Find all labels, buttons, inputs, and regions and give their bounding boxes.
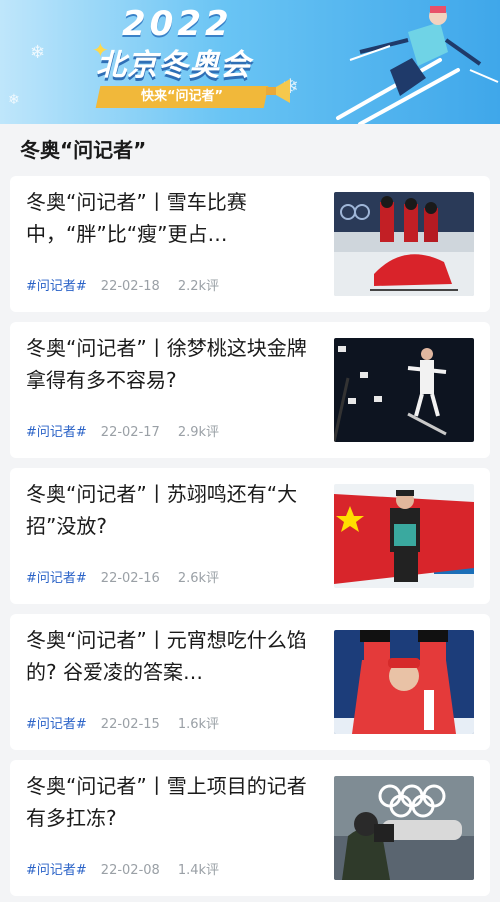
banner-year: 2022 <box>122 4 233 44</box>
article-card[interactable]: 冬奥“问记者”丨雪车比赛中，“胖”比“瘦”更占… #问记者# 22-02-18 2.… <box>10 176 490 312</box>
banner-title: 北京冬奥会 <box>96 48 251 83</box>
photographer-photo[interactable] <box>334 776 474 880</box>
article-title[interactable]: 冬奥“问记者”丨元宵想吃什么馅的? 谷爱凌的答案… <box>26 624 316 688</box>
snowflake-icon: ❄ <box>30 42 46 63</box>
comment-count: 2.9k评 <box>177 425 220 440</box>
topic-tag[interactable]: #问记者# <box>26 279 87 294</box>
comment-count: 2.2k评 <box>177 279 220 294</box>
article-list: 冬奥“问记者”丨雪车比赛中，“胖”比“瘦”更占… #问记者# 22-02-18 2.… <box>0 176 500 896</box>
article-meta: #问记者# 22-02-16 2.6k评 <box>26 567 219 586</box>
article-title[interactable]: 冬奥“问记者”丨雪车比赛中，“胖”比“瘦”更占… <box>26 186 316 250</box>
top-banner: ❄ ❄ ❄ ✦ 2022 北京冬奥会 快来“问记者” <box>0 0 500 124</box>
bobsled-photo[interactable] <box>334 192 474 296</box>
megaphone-icon <box>266 79 290 103</box>
article-meta: #问记者# 22-02-15 1.6k评 <box>26 713 219 732</box>
article-card[interactable]: 冬奥“问记者”丨雪上项目的记者有多扛冻? #问记者# 22-02-08 1.4k评 <box>10 760 490 896</box>
topic-tag[interactable]: #问记者# <box>26 717 87 732</box>
article-date: 22-02-16 <box>100 571 160 586</box>
banner-ribbon: 快来“问记者” <box>95 86 269 108</box>
snowboarder-flag-photo[interactable] <box>334 484 474 588</box>
article-date: 22-02-08 <box>100 863 160 878</box>
article-date: 22-02-18 <box>100 279 160 294</box>
article-card[interactable]: 冬奥“问记者”丨徐梦桃这块金牌拿得有多不容易? #问记者# 22-02-17 2.9… <box>10 322 490 458</box>
article-meta: #问记者# 22-02-18 2.2k评 <box>26 275 219 294</box>
freeski-athlete-photo[interactable] <box>334 630 474 734</box>
article-title[interactable]: 冬奥“问记者”丨苏翊鸣还有“大招”没放? <box>26 478 316 542</box>
comment-count: 1.6k评 <box>177 717 220 732</box>
article-date: 22-02-17 <box>100 425 160 440</box>
snowflake-icon: ❄ <box>8 92 20 108</box>
banner-ribbon-text: 快来“问记者” <box>140 89 224 104</box>
article-date: 22-02-15 <box>100 717 160 732</box>
article-meta: #问记者# 22-02-08 1.4k评 <box>26 859 219 878</box>
article-meta: #问记者# 22-02-17 2.9k评 <box>26 421 219 440</box>
topic-tag[interactable]: #问记者# <box>26 425 87 440</box>
topic-tag[interactable]: #问记者# <box>26 863 87 878</box>
article-title[interactable]: 冬奥“问记者”丨徐梦桃这块金牌拿得有多不容易? <box>26 332 316 396</box>
article-card[interactable]: 冬奥“问记者”丨元宵想吃什么馅的? 谷爱凌的答案… #问记者# 22-02-15 1… <box>10 614 490 750</box>
article-card[interactable]: 冬奥“问记者”丨苏翊鸣还有“大招”没放? #问记者# 22-02-16 2.6k评 <box>10 468 490 604</box>
skier-illustration <box>336 6 499 124</box>
topic-tag[interactable]: #问记者# <box>26 571 87 586</box>
comment-count: 2.6k评 <box>177 571 220 586</box>
section-title: 冬奥“问记者” <box>0 124 500 176</box>
aerial-ski-photo[interactable] <box>334 338 474 442</box>
comment-count: 1.4k评 <box>177 863 220 878</box>
article-title[interactable]: 冬奥“问记者”丨雪上项目的记者有多扛冻? <box>26 770 316 834</box>
